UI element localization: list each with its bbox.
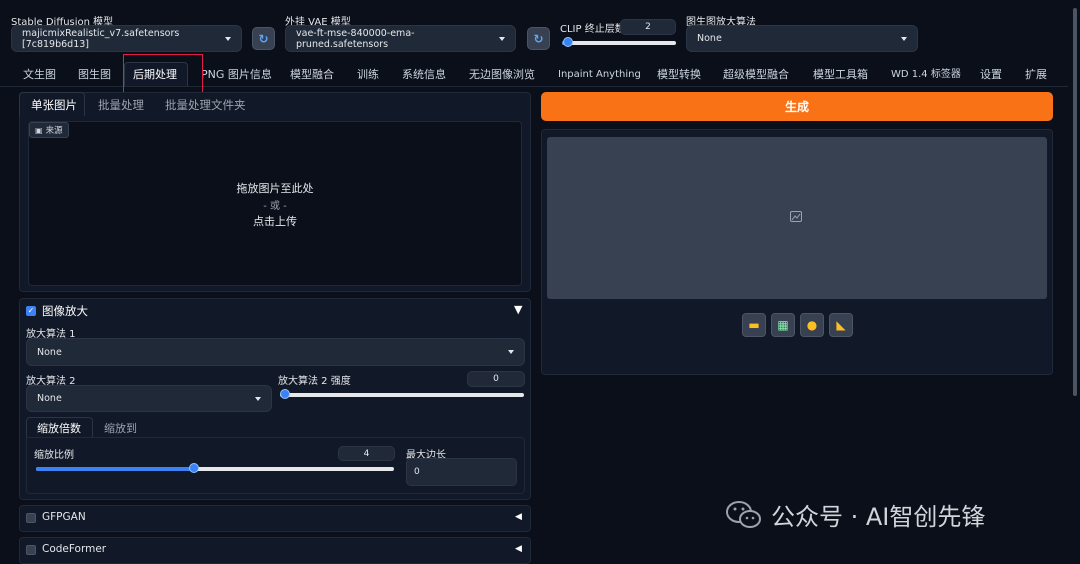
upscale-title: 图像放大 <box>42 304 88 318</box>
chevron-down-icon <box>508 350 514 354</box>
watermark: 公众号 · AI智创先锋 <box>725 497 985 532</box>
tab-scale-to[interactable]: 缩放到 <box>104 420 137 436</box>
tab-8[interactable]: Inpaint Anything <box>558 64 641 86</box>
tab-10[interactable]: 超级模型融合 <box>723 64 789 86</box>
ruler-icon: ◣ <box>836 318 846 332</box>
clip-label: CLIP 终止层数 <box>560 24 625 35</box>
refresh-vae-button[interactable]: ↻ <box>527 27 550 50</box>
gfpgan-section[interactable] <box>19 505 531 532</box>
open-folder-button[interactable]: ▬ <box>742 313 766 337</box>
tab-9[interactable]: 模型转换 <box>657 64 701 86</box>
tab-3[interactable]: PNG 图片信息 <box>201 64 272 86</box>
gfpgan-label: GFPGAN <box>42 511 86 523</box>
chevron-down-icon <box>901 36 907 41</box>
subtab-1[interactable]: 批量处理 <box>98 97 144 113</box>
strength-slider[interactable] <box>280 389 524 399</box>
expand-icon[interactable]: ◀ <box>515 544 522 554</box>
send-to-img2img-button[interactable]: ▦ <box>771 313 795 337</box>
refresh-icon: ↻ <box>258 31 269 46</box>
refresh-icon: ↻ <box>533 31 544 46</box>
image-icon: ▣ <box>35 125 43 135</box>
upscaler2-value: None <box>37 393 62 404</box>
generate-button[interactable]: 生成 <box>541 92 1053 121</box>
upscaler2-select[interactable]: None <box>26 385 272 412</box>
annotation-box <box>123 54 203 97</box>
click-upload-text[interactable]: 点击上传 <box>28 213 522 229</box>
vae-select[interactable]: vae-ft-mse-840000-ema-pruned.safetensors <box>285 25 516 52</box>
watermark-text: 公众号 · AI智创先锋 <box>771 503 986 531</box>
tab-6[interactable]: 系统信息 <box>402 64 446 86</box>
send-to-inpaint-button[interactable]: ● <box>800 313 824 337</box>
folder-icon: ▬ <box>748 318 760 332</box>
codeformer-label: CodeFormer <box>42 543 107 555</box>
tab-0[interactable]: 文生图 <box>23 64 56 86</box>
tab-5[interactable]: 训练 <box>357 64 379 86</box>
upscale-checkbox[interactable]: ✓ <box>26 306 36 316</box>
chevron-down-icon <box>499 36 505 41</box>
tab-13[interactable]: 设置 <box>980 64 1002 86</box>
upscaler-value: None <box>697 33 722 44</box>
source-label: 来源 <box>45 126 63 136</box>
tab-1[interactable]: 图生图 <box>78 64 111 86</box>
drop-text: 拖放图片至此处 <box>236 182 314 195</box>
tab-scale-by[interactable]: 缩放倍数 <box>37 420 81 436</box>
subtab-2[interactable]: 批量处理文件夹 <box>165 97 246 113</box>
chevron-down-icon <box>255 396 261 401</box>
gfpgan-checkbox[interactable] <box>26 513 36 523</box>
tab-7[interactable]: 无边图像浏览 <box>469 64 535 86</box>
sd-model-select[interactable]: majicmixRealistic_v7.safetensors [7c819b… <box>11 25 242 52</box>
palette-icon: ● <box>806 318 818 332</box>
upscaler-select[interactable]: None <box>686 25 918 52</box>
ratio-input[interactable]: 4 <box>338 446 395 461</box>
max-side-input[interactable]: 0 <box>406 458 517 486</box>
ratio-slider[interactable] <box>36 463 394 473</box>
source-badge: ▣ 来源 <box>29 122 69 138</box>
send-to-extras-button[interactable]: ◣ <box>829 313 853 337</box>
codeformer-checkbox[interactable] <box>26 545 36 555</box>
upscaler1-select[interactable]: None <box>26 338 525 366</box>
strength-label: 放大算法 2 强度 <box>278 376 351 387</box>
collapse-icon[interactable]: ▼ <box>514 303 522 316</box>
sd-model-value: majicmixRealistic_v7.safetensors [7c819b… <box>22 27 180 50</box>
or-text: - 或 - <box>263 201 287 212</box>
vae-value: vae-ft-mse-840000-ema-pruned.safetensors <box>296 27 415 50</box>
strength-input[interactable]: 0 <box>467 371 525 387</box>
expand-icon[interactable]: ◀ <box>515 512 522 522</box>
scrollbar-thumb[interactable] <box>1073 8 1077 396</box>
clip-slider[interactable] <box>562 37 676 47</box>
upscaler1-value: None <box>37 346 62 358</box>
scrollbar[interactable] <box>1070 0 1080 557</box>
clip-value-input[interactable]: 2 <box>620 19 676 35</box>
tab-11[interactable]: 模型工具箱 <box>813 64 868 86</box>
image-placeholder-icon <box>790 211 802 222</box>
subtab-0[interactable]: 单张图片 <box>31 97 77 113</box>
refresh-sd-model-button[interactable]: ↻ <box>252 27 275 50</box>
wechat-icon <box>726 500 761 528</box>
ratio-label: 缩放比例 <box>34 450 74 461</box>
chevron-down-icon <box>225 36 231 41</box>
picture-icon: ▦ <box>777 318 789 332</box>
tab-12[interactable]: WD 1.4 标签器 <box>891 64 961 86</box>
tab-4[interactable]: 模型融合 <box>290 64 334 86</box>
tab-14[interactable]: 扩展 <box>1025 64 1047 86</box>
